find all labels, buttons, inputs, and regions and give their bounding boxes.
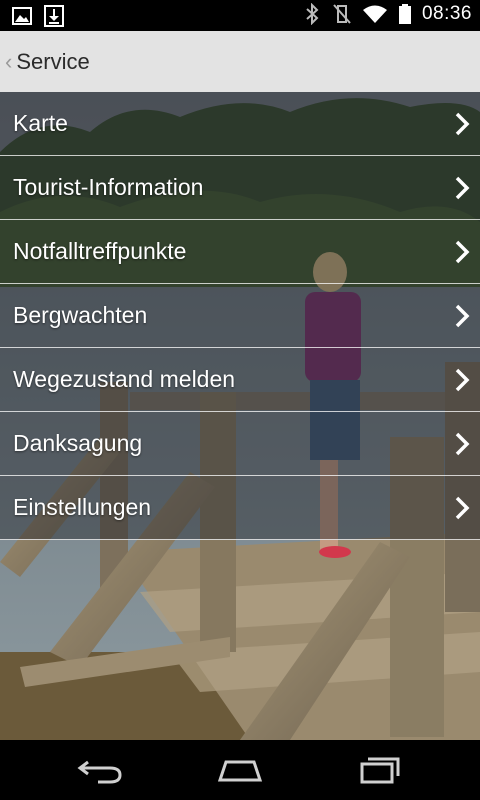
chevron-right-icon — [455, 240, 470, 264]
action-bar: ‹ Service — [0, 31, 480, 93]
battery-icon — [398, 4, 411, 24]
menu-item-label: Wegezustand melden — [13, 366, 236, 392]
menu-item-label: Notfalltreffpunkte — [13, 238, 187, 264]
wifi-icon — [362, 5, 387, 23]
vibrate-off-icon — [333, 4, 351, 24]
home-icon[interactable] — [216, 754, 264, 786]
chevron-left-icon[interactable]: ‹ — [5, 50, 12, 73]
menu-item-einstellungen[interactable]: Einstellungen — [0, 476, 480, 540]
service-menu: Karte Tourist-Information Notfalltreffpu… — [0, 92, 480, 540]
menu-item-karte[interactable]: Karte — [0, 92, 480, 156]
content-area: Karte Tourist-Information Notfalltreffpu… — [0, 92, 480, 740]
recents-icon[interactable] — [356, 754, 404, 786]
download-icon — [44, 5, 64, 27]
menu-item-label: Danksagung — [13, 430, 143, 456]
menu-item-danksagung[interactable]: Danksagung — [0, 412, 480, 476]
page-title[interactable]: Service — [16, 49, 89, 75]
chevron-right-icon — [455, 176, 470, 200]
bluetooth-icon — [306, 3, 319, 25]
chevron-right-icon — [455, 496, 470, 520]
chevron-right-icon — [455, 432, 470, 456]
image-icon — [12, 7, 32, 25]
status-bar: 08:36 — [0, 0, 480, 31]
menu-item-bergwachten[interactable]: Bergwachten — [0, 284, 480, 348]
menu-item-wegezustand-melden[interactable]: Wegezustand melden — [0, 348, 480, 412]
menu-item-notfalltreffpunkte[interactable]: Notfalltreffpunkte — [0, 220, 480, 284]
menu-item-tourist-information[interactable]: Tourist-Information — [0, 156, 480, 220]
menu-item-label: Karte — [13, 110, 68, 136]
chevron-right-icon — [455, 112, 470, 136]
back-icon[interactable] — [76, 754, 124, 786]
menu-item-label: Tourist-Information — [13, 174, 204, 200]
navigation-bar — [0, 740, 480, 800]
menu-item-label: Bergwachten — [13, 302, 148, 328]
clock: 08:36 — [421, 3, 472, 24]
chevron-right-icon — [455, 304, 470, 328]
chevron-right-icon — [455, 368, 470, 392]
menu-item-label: Einstellungen — [13, 494, 152, 520]
